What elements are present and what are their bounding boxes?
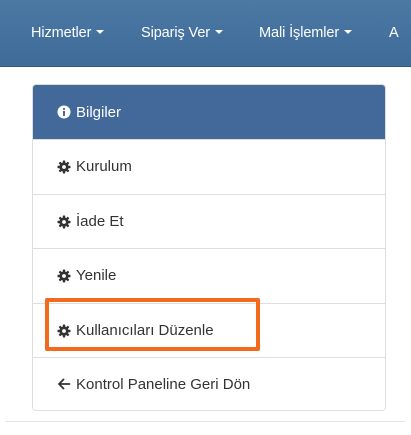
- panel-item-label: Kullanıcıları Düzenle: [76, 322, 214, 339]
- panel-item-label: Kontrol Paneline Geri Dön: [76, 375, 251, 393]
- nav-menu-label: Mali İşlemler: [259, 25, 340, 41]
- panel-item-kullanicilari-duzenle[interactable]: Kullanıcıları Düzenle: [33, 303, 385, 357]
- arrow-left-icon: [57, 377, 71, 391]
- nav-menu-mali-islemler[interactable]: Mali İşlemler: [259, 0, 353, 66]
- nav-menu-truncated[interactable]: A: [389, 0, 399, 66]
- panel-item-label: İade Et: [76, 213, 124, 230]
- panel-item-iade-et[interactable]: İade Et: [33, 194, 385, 248]
- page: Hizmetler Sipariş Ver Mali İşlemler A Bi…: [0, 0, 411, 435]
- nav-menu-label: Hizmetler: [31, 25, 92, 41]
- caret-down-icon: [96, 30, 105, 34]
- nav-menu-label: A: [389, 25, 399, 41]
- nav-menu-label: Sipariş Ver: [141, 25, 211, 41]
- divider: [5, 421, 405, 422]
- panel-item-label: Kurulum: [76, 158, 132, 175]
- gear-icon: [57, 324, 71, 338]
- caret-down-icon: [215, 30, 224, 34]
- panel-item-label: Yenile: [76, 267, 117, 284]
- gear-icon: [57, 269, 71, 283]
- panel-item-bilgiler[interactable]: Bilgiler: [33, 85, 385, 139]
- nav-menu-hizmetler[interactable]: Hizmetler: [31, 0, 105, 66]
- gear-icon: [57, 160, 71, 174]
- panel-item-kontrol-paneline-geri-don[interactable]: Kontrol Paneline Geri Dön: [33, 357, 385, 410]
- top-navbar: Hizmetler Sipariş Ver Mali İşlemler A: [0, 0, 411, 67]
- info-circle-icon: [57, 105, 71, 119]
- nav-menu-siparis-ver[interactable]: Sipariş Ver: [141, 0, 224, 66]
- actions-panel: Bilgiler Kurulum İade Et Yenile Kullanıc…: [32, 84, 386, 411]
- gear-icon: [57, 215, 71, 229]
- panel-item-yenile[interactable]: Yenile: [33, 248, 385, 302]
- panel-item-kurulum[interactable]: Kurulum: [33, 139, 385, 193]
- caret-down-icon: [344, 30, 353, 34]
- panel-item-label: Bilgiler: [76, 103, 122, 121]
